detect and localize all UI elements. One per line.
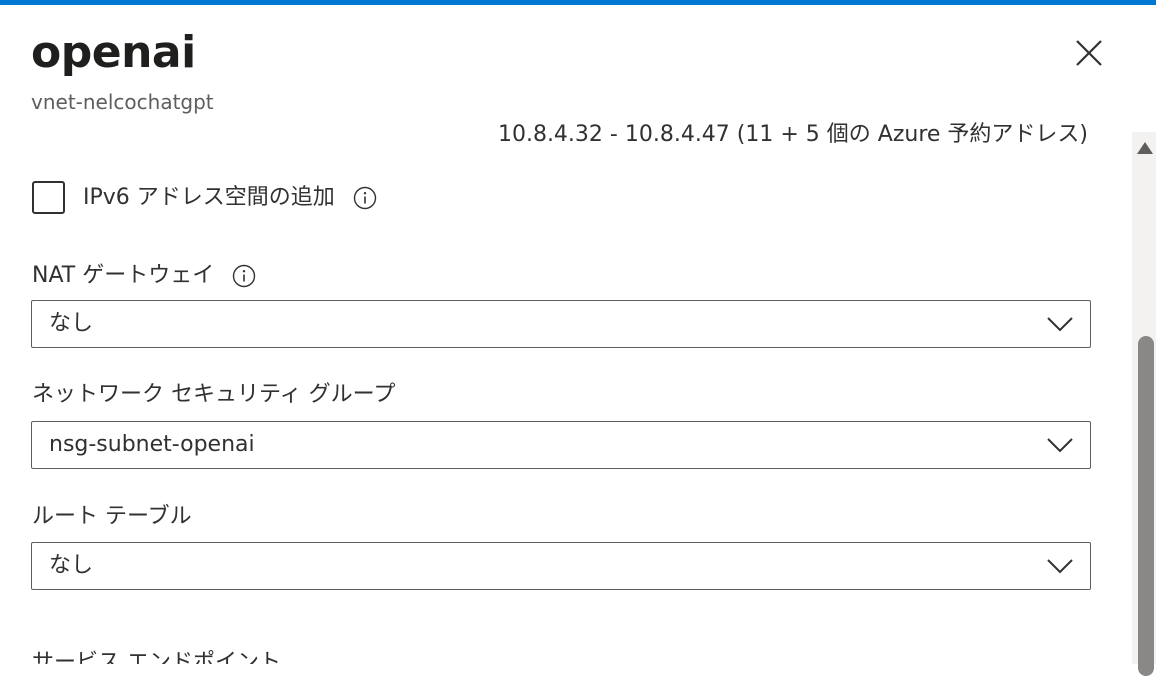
nsg-dropdown[interactable]: nsg-subnet-openai — [31, 421, 1091, 469]
nsg-label-row: ネットワーク セキュリティ グループ — [32, 380, 395, 410]
scroll-up-arrow-icon — [1137, 142, 1153, 154]
scrollbar-thumb[interactable] — [1138, 336, 1154, 676]
close-button[interactable] — [1068, 32, 1110, 74]
address-range-text: 10.8.4.32 - 10.8.4.47 (11 + 5 個の Azure 予… — [497, 122, 1088, 147]
nat-gateway-dropdown[interactable]: なし — [31, 300, 1091, 348]
panel-subtitle: vnet-nelcochatgpt — [31, 90, 214, 114]
nsg-label: ネットワーク セキュリティ グループ — [32, 382, 396, 407]
nat-gateway-label: NAT ゲートウェイ — [32, 263, 215, 288]
chevron-down-icon — [1047, 317, 1073, 332]
info-icon[interactable] — [232, 264, 256, 288]
info-icon[interactable] — [353, 186, 377, 210]
chevron-down-icon — [1047, 559, 1073, 574]
ipv6-checkbox[interactable] — [32, 181, 65, 214]
chevron-down-icon — [1047, 438, 1073, 453]
nsg-value: nsg-subnet-openai — [49, 432, 255, 457]
route-table-value: なし — [49, 553, 94, 578]
ipv6-checkbox-label: IPv6 アドレス空間の追加 — [83, 184, 335, 210]
scroll-up-button[interactable] — [1136, 140, 1154, 156]
route-table-dropdown[interactable]: なし — [31, 542, 1091, 590]
route-table-label: ルート テーブル — [32, 504, 192, 529]
nat-gateway-label-row: NAT ゲートウェイ — [32, 261, 256, 291]
nat-gateway-value: なし — [49, 311, 94, 336]
accent-top-bar — [0, 0, 1156, 5]
close-icon — [1076, 40, 1102, 66]
service-endpoints-heading: サービス エンドポイント — [32, 650, 281, 664]
ipv6-checkbox-row: IPv6 アドレス空間の追加 — [32, 181, 377, 214]
panel-content: 10.8.4.32 - 10.8.4.47 (11 + 5 個の Azure 予… — [0, 122, 1130, 664]
route-table-label-row: ルート テーブル — [32, 502, 192, 532]
panel-title: openai — [31, 27, 196, 78]
